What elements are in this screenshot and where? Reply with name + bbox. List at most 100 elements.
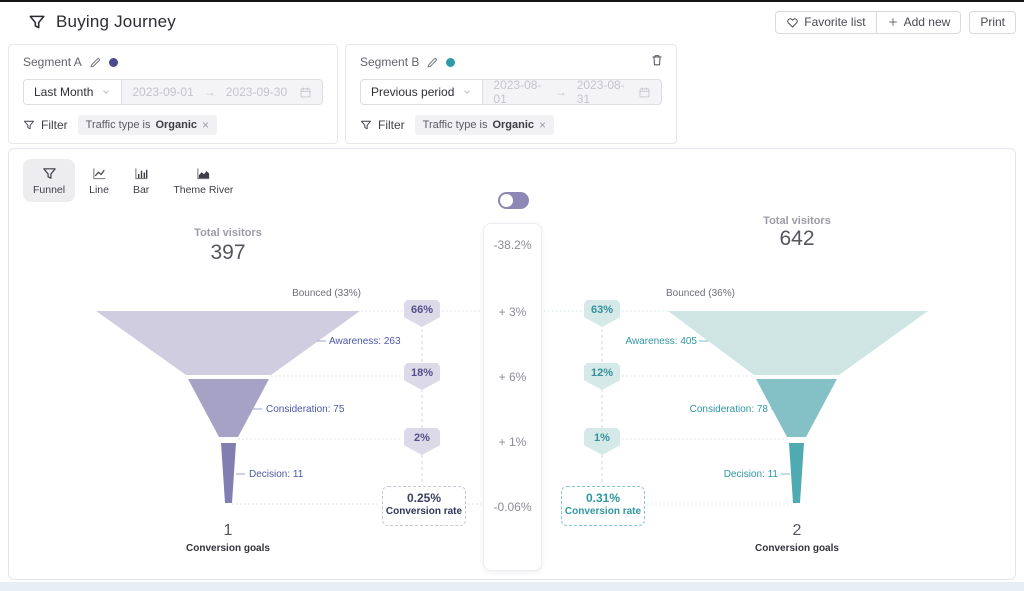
segment-a-date-to: 2023-09-30 xyxy=(226,85,287,99)
segment-b-date-to: 2023-08-31 xyxy=(577,79,628,105)
header-actions: Favorite list Add new Print xyxy=(775,11,1016,34)
segment-b-card: Segment B Previous period 2023-08-01 → 2… xyxy=(345,44,677,144)
filter-funnel-icon xyxy=(23,119,35,131)
stage-pct-badge-a-awareness: 66% xyxy=(404,300,440,327)
segment-a-color-dot xyxy=(109,58,118,67)
conversion-rate-label-a: Conversion rate xyxy=(383,506,465,517)
segment-a-card: Segment A Last Month 2023-09-01 → 2023-0… xyxy=(8,44,338,144)
bounced-label-b: Bounced (36%) xyxy=(666,288,818,299)
segment-b-filter-button[interactable]: Filter xyxy=(360,118,405,132)
conversion-rate-label-b: Conversion rate xyxy=(562,506,644,517)
conversion-goals-label-a: Conversion goals xyxy=(128,543,328,554)
segment-b-color-dot xyxy=(446,58,455,67)
total-visitors-value-b: 642 xyxy=(697,227,897,251)
segment-a-period-value: Last Month xyxy=(34,85,93,99)
heart-icon xyxy=(786,16,799,29)
favorite-list-button[interactable]: Favorite list xyxy=(775,11,876,34)
bounced-label-a: Bounced (33%) xyxy=(209,288,361,299)
segment-a-period-select[interactable]: Last Month xyxy=(24,80,122,104)
print-label: Print xyxy=(980,15,1005,29)
compare-mode-toggle[interactable] xyxy=(498,192,529,209)
funnel-b-awareness-shape xyxy=(668,311,928,375)
total-visitors-label-b: Total visitors xyxy=(697,215,897,227)
tab-theme-river[interactable]: Theme River xyxy=(163,159,243,202)
stage-pct-badge-a-decision: 2% xyxy=(404,428,440,455)
page-title: Buying Journey xyxy=(56,12,176,32)
funnel-a-decision-shape xyxy=(221,443,236,503)
line-chart-icon xyxy=(92,166,107,181)
conversion-goals-value-b: 2 xyxy=(697,522,897,540)
segment-b-filter-chip[interactable]: Traffic type is Organic × xyxy=(415,115,554,135)
add-new-label: Add new xyxy=(904,15,951,29)
funnel-b-decision-shape xyxy=(789,443,804,503)
funnel-b-consideration-shape xyxy=(756,379,837,437)
segment-b-date-from: 2023-08-01 xyxy=(493,79,544,105)
calendar-icon xyxy=(638,86,651,99)
segment-b-name: Segment B xyxy=(360,55,419,69)
segment-b-period-value: Previous period xyxy=(371,85,454,99)
comparison-total-visitors-delta: -38.2% xyxy=(484,238,541,252)
arrow-right-icon: → xyxy=(204,85,216,99)
filter-label: Filter xyxy=(378,118,405,132)
chip-field: Traffic type is xyxy=(423,119,488,131)
edit-pencil-icon[interactable] xyxy=(426,56,439,69)
segment-b-date-range[interactable]: 2023-08-01 → 2023-08-31 xyxy=(483,80,661,104)
edit-pencil-icon[interactable] xyxy=(89,56,102,69)
chevron-down-icon xyxy=(101,87,111,97)
stage-label-a-consideration: Consideration: 75 xyxy=(266,404,344,415)
stage-label-b-decision: Decision: 11 xyxy=(658,469,778,480)
segment-a-date-range[interactable]: 2023-09-01 → 2023-09-30 xyxy=(122,80,322,104)
comparison-consideration-delta: + 1% xyxy=(484,435,541,449)
theme-river-icon xyxy=(196,166,211,181)
filter-label: Filter xyxy=(41,118,68,132)
comparison-awareness-delta: + 6% xyxy=(484,370,541,384)
segment-b-period-select[interactable]: Previous period xyxy=(361,80,483,104)
stage-label-a-awareness: Awareness: 263 xyxy=(329,336,401,347)
chip-close-icon[interactable]: × xyxy=(539,118,546,132)
print-button[interactable]: Print xyxy=(969,11,1016,34)
calendar-icon xyxy=(299,86,312,99)
conversion-rate-value-b: 0.31% xyxy=(562,491,644,505)
bar-chart-icon xyxy=(134,166,149,181)
favorite-list-label: Favorite list xyxy=(804,15,865,29)
chart-card: Funnel Line Bar Theme River xyxy=(8,148,1016,580)
chevron-down-icon xyxy=(462,87,472,97)
comparison-conversion-delta: -0.06% xyxy=(484,500,541,514)
stage-pct-badge-b-awareness: 63% xyxy=(584,300,620,327)
comparison-bounced-delta: + 3% xyxy=(484,305,541,319)
stage-label-b-awareness: Awareness: 405 xyxy=(577,336,697,347)
tab-label: Funnel xyxy=(33,184,65,196)
arrow-right-icon: → xyxy=(555,85,567,99)
funnel-icon xyxy=(28,13,46,31)
comparison-strip: -38.2% + 3% + 6% + 1% -0.06% xyxy=(483,223,542,571)
segment-a-header: Segment A xyxy=(23,55,118,69)
page-header: Buying Journey Favorite list Add new Pri… xyxy=(0,2,1024,42)
tab-funnel[interactable]: Funnel xyxy=(23,159,75,202)
segment-a-filter-button[interactable]: Filter xyxy=(23,118,68,132)
add-new-button[interactable]: Add new xyxy=(876,11,962,34)
page-bottom-background xyxy=(0,582,1024,591)
segment-b-period-control: Previous period 2023-08-01 → 2023-08-31 xyxy=(360,79,662,105)
delete-segment-trash-icon[interactable] xyxy=(650,53,664,67)
chip-value: Organic xyxy=(155,119,197,131)
segment-a-filter-chip[interactable]: Traffic type is Organic × xyxy=(78,115,217,135)
segment-b-header: Segment B xyxy=(360,55,455,69)
stage-pct-badge-a-consideration: 18% xyxy=(404,363,440,390)
chip-close-icon[interactable]: × xyxy=(202,118,209,132)
segment-a-period-control: Last Month 2023-09-01 → 2023-09-30 xyxy=(23,79,323,105)
tab-label: Line xyxy=(89,184,109,196)
stage-label-b-consideration: Consideration: 78 xyxy=(648,404,768,415)
tab-bar[interactable]: Bar xyxy=(123,159,159,202)
funnel-icon xyxy=(42,166,57,181)
buying-journey-page: Buying Journey Favorite list Add new Pri… xyxy=(0,0,1024,591)
funnel-a-awareness-shape xyxy=(96,311,360,375)
conversion-goals-value-a: 1 xyxy=(128,522,328,540)
toggle-knob xyxy=(500,194,513,207)
conversion-rate-box-b: 0.31% Conversion rate xyxy=(561,486,645,526)
tab-label: Theme River xyxy=(173,184,233,196)
conversion-rate-box-a: 0.25% Conversion rate xyxy=(382,486,466,526)
tab-line[interactable]: Line xyxy=(79,159,119,202)
total-visitors-label-a: Total visitors xyxy=(128,227,328,239)
chart-type-tabs: Funnel Line Bar Theme River xyxy=(23,159,243,202)
segment-a-name: Segment A xyxy=(23,55,82,69)
